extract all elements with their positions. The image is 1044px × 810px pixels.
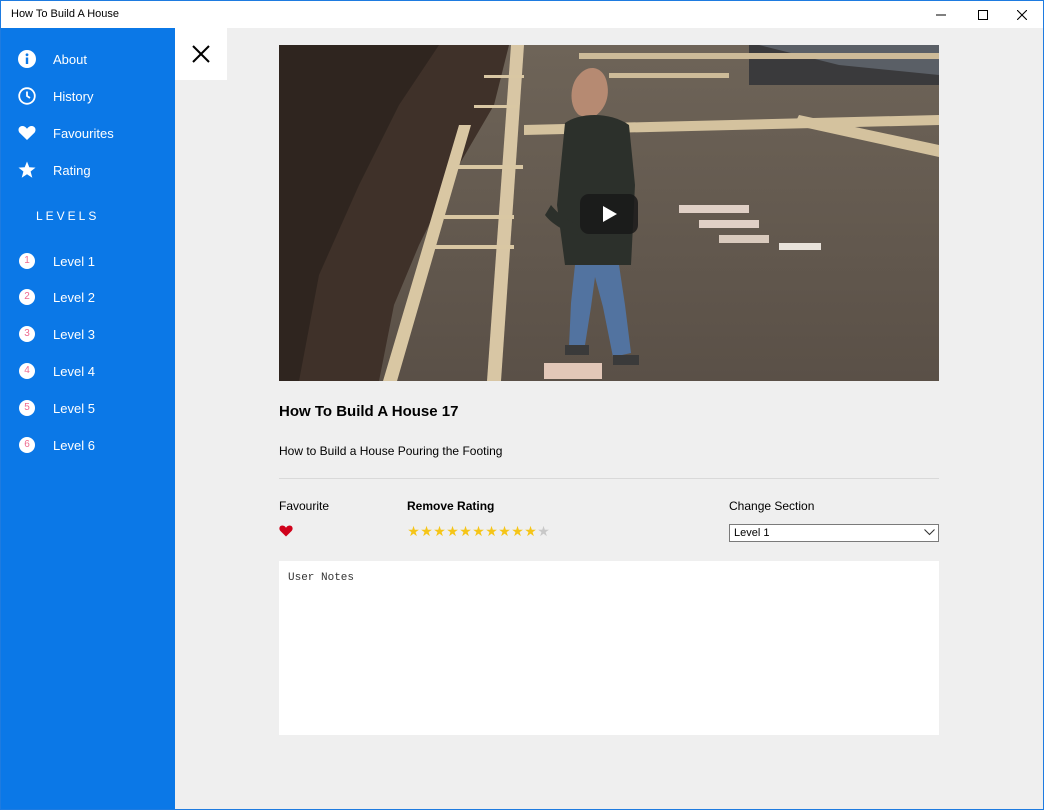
sidebar-item-label: Level 4 [53, 364, 95, 379]
divider [279, 478, 939, 479]
star-filled-icon[interactable]: ★ [524, 524, 537, 538]
heart-icon [279, 525, 293, 537]
star-filled-icon[interactable]: ★ [420, 524, 433, 538]
sidebar-item-label: History [53, 89, 94, 104]
sidebar-item-about[interactable]: About [1, 44, 175, 74]
star-filled-icon[interactable]: ★ [472, 524, 485, 538]
level-number-badge: 1 [19, 253, 35, 269]
close-icon [1017, 9, 1027, 20]
sidebar-item-level-2[interactable]: 2 Level 2 [1, 282, 175, 312]
video-title: How To Build A House 17 [279, 403, 459, 420]
sidebar-item-label: About [53, 52, 87, 67]
sidebar-item-label: Level 3 [53, 327, 95, 342]
level-number-badge: 4 [19, 363, 35, 379]
close-pane-button[interactable] [175, 28, 227, 80]
star-filled-icon[interactable]: ★ [485, 524, 498, 538]
sidebar-item-label: Level 1 [53, 254, 95, 269]
section-select-value: Level 1 [734, 527, 770, 539]
star-filled-icon[interactable]: ★ [433, 524, 446, 538]
sidebar-item-level-3[interactable]: 3 Level 3 [1, 319, 175, 349]
section-select[interactable]: Level 1 [729, 524, 939, 542]
sidebar: About History Favourites Rating LEVELS 1… [1, 28, 175, 809]
window-title: How To Build A House [11, 8, 120, 20]
minimize-button[interactable] [918, 1, 964, 28]
sidebar-item-label: Rating [53, 163, 91, 178]
level-number-badge: 3 [19, 326, 35, 342]
app-window: How To Build A House About History Favou… [0, 0, 1044, 810]
maximize-icon [978, 9, 988, 20]
video-description: How to Build a House Pouring the Footing [279, 444, 503, 458]
star-filled-icon[interactable]: ★ [498, 524, 511, 538]
star-filled-icon[interactable]: ★ [446, 524, 459, 538]
title-bar: How To Build A House [1, 1, 1043, 28]
user-notes-placeholder: User Notes [288, 572, 355, 584]
minimize-icon [936, 14, 946, 15]
star-filled-icon[interactable]: ★ [511, 524, 524, 538]
favourite-toggle[interactable] [279, 524, 293, 537]
sidebar-item-label: Level 5 [53, 401, 95, 416]
sidebar-item-level-6[interactable]: 6 Level 6 [1, 430, 175, 460]
heart-icon [18, 124, 36, 142]
level-number-badge: 5 [19, 400, 35, 416]
close-icon [192, 45, 210, 63]
sidebar-item-rating[interactable]: Rating [1, 155, 175, 185]
favourite-label: Favourite [279, 499, 330, 513]
sidebar-item-level-5[interactable]: 5 Level 5 [1, 393, 175, 423]
star-filled-icon[interactable]: ★ [459, 524, 472, 538]
play-icon [603, 206, 617, 222]
window-close-button[interactable] [999, 1, 1043, 28]
levels-heading: LEVELS [36, 209, 100, 223]
sidebar-item-label: Favourites [53, 126, 114, 141]
star-icon [18, 161, 36, 179]
level-number-badge: 6 [19, 437, 35, 453]
sidebar-item-label: Level 6 [53, 438, 95, 453]
play-button[interactable] [580, 194, 638, 234]
video-player[interactable] [279, 45, 939, 381]
sidebar-item-favourites[interactable]: Favourites [1, 118, 175, 148]
level-number-badge: 2 [19, 289, 35, 305]
info-icon [18, 50, 36, 68]
sidebar-item-label: Level 2 [53, 290, 95, 305]
remove-rating-button[interactable]: Remove Rating [407, 499, 494, 513]
sidebar-item-history[interactable]: History [1, 81, 175, 111]
chevron-down-icon [924, 529, 935, 536]
sidebar-item-level-4[interactable]: 4 Level 4 [1, 356, 175, 386]
change-section-label: Change Section [729, 499, 815, 513]
star-rating[interactable]: ★ ★ ★ ★ ★ ★ ★ ★ ★ ★ ★ [407, 524, 550, 538]
clock-icon [18, 87, 36, 105]
user-notes-textarea[interactable]: User Notes [279, 561, 939, 735]
star-empty-icon[interactable]: ★ [537, 524, 550, 538]
star-filled-icon[interactable]: ★ [407, 524, 420, 538]
sidebar-item-level-1[interactable]: 1 Level 1 [1, 246, 175, 276]
